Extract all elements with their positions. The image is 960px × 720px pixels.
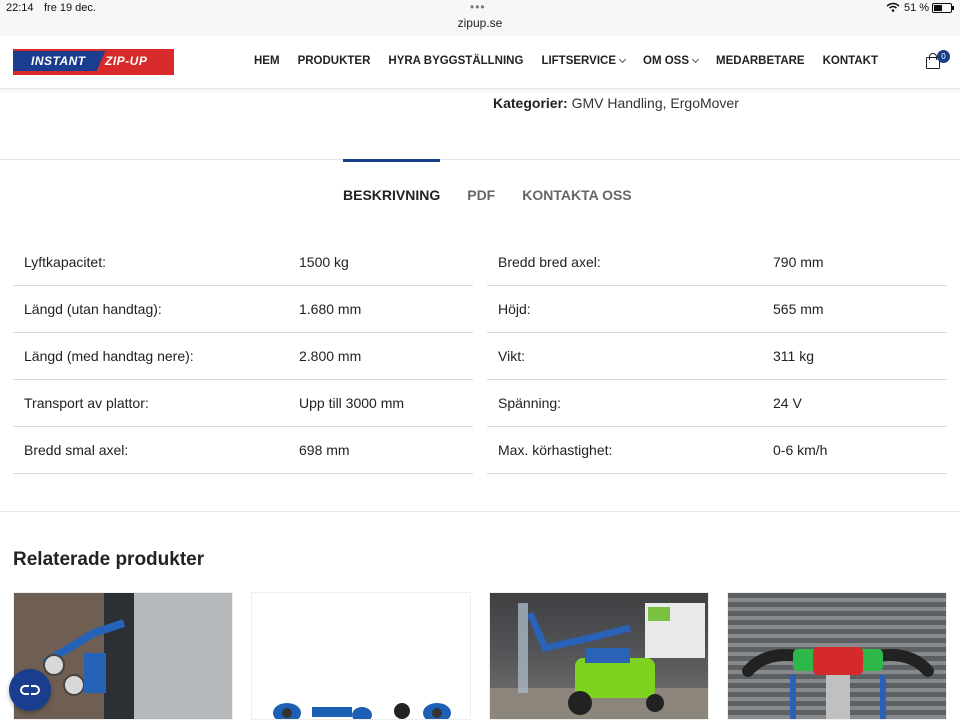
related-product-card[interactable] [489,592,709,720]
table-row: Längd (utan handtag): 1.680 mm [13,286,473,333]
spec-key: Spänning: [498,395,562,411]
nav-item-om-oss[interactable]: OM OSS [643,55,700,67]
table-row: Lyftkapacitet: 1500 kg [13,239,473,286]
nav-item-medarbetare[interactable]: MEDARBETARE [716,55,805,67]
spec-key: Längd (med handtag nere): [24,348,194,364]
nav-item-kontakt[interactable]: KONTAKT [823,55,878,67]
product-categories: Kategorier: GMV Handling, ErgoMover [493,95,739,111]
table-row: Bredd smal axel: 698 mm [13,427,473,474]
chevron-down-icon [618,55,627,64]
related-product-card[interactable] [727,592,947,720]
nav-item-hyra-byggstallning[interactable]: HYRA BYGGSTÄLLNING [388,55,523,67]
table-row: Spänning: 24 V [487,380,947,427]
cart-count-badge: 0 [937,50,950,63]
battery-percent: 51 % [904,2,930,14]
tab-pdf[interactable]: PDF [467,159,495,203]
spec-key: Transport av plattor: [24,395,149,411]
logo-text-zipup: ZIP-UP [105,54,148,68]
product-tabs: BESKRIVNING PDF KONTAKTA OSS [343,159,659,203]
related-products-title: Relaterade produkter [13,549,205,570]
chat-button[interactable] [9,669,51,711]
spec-key: Höjd: [498,301,531,317]
tab-beskrivning[interactable]: BESKRIVNING [343,159,441,203]
chevron-down-icon [691,55,700,64]
spec-table-left: Lyftkapacitet: 1500 kg Längd (utan handta… [13,239,473,474]
more-dots-icon[interactable]: ••• [470,0,486,14]
categories-label: Kategorier: [493,95,568,111]
nav-item-liftservice[interactable]: LIFTSERVICE [541,55,627,67]
spec-table-right: Bredd bred axel: 790 mm Höjd: 565 mm Vikt:… [487,239,947,474]
spec-value: 1.680 mm [299,301,362,317]
related-product-card[interactable] [251,592,471,720]
spec-key: Bredd smal axel: [24,442,129,458]
logo-text-instant: INSTANT [31,54,86,68]
main-nav: HEM PRODUKTER HYRA BYGGSTÄLLNING LIFTSER… [254,55,896,67]
instant-zip-up-logo[interactable]: INSTANT ZIP-UP [13,49,174,75]
product-image [742,647,934,719]
spec-value: 698 mm [299,442,350,458]
wifi-icon [886,2,900,12]
spec-value: 1500 kg [299,254,349,270]
spec-value: Upp till 3000 mm [299,395,405,411]
spec-value: 0-6 km/h [773,442,828,458]
table-row: Längd (med handtag nere): 2.800 mm [13,333,473,380]
cart-button[interactable]: 0 [924,50,950,75]
category-link-ergomover[interactable]: ErgoMover [670,95,738,111]
divider [0,511,960,512]
table-row: Max. körhastighet: 0-6 km/h [487,427,947,474]
status-bar: 22:14 fre 19 dec. ••• zipup.se 51 % [0,0,960,36]
spec-value: 565 mm [773,301,824,317]
product-image [490,603,708,719]
nav-item-hem[interactable]: HEM [254,55,280,67]
site-header: INSTANT ZIP-UP HEM PRODUKTER HYRA BYGGST… [0,36,960,89]
spec-key: Bredd bred axel: [498,254,601,270]
category-link-gmv-handling[interactable]: GMV Handling [572,95,663,111]
spec-value: 790 mm [773,254,824,270]
battery-icon [932,3,954,13]
spec-value: 2.800 mm [299,348,362,364]
status-date: fre 19 dec. [44,2,96,14]
table-row: Transport av plattor: Upp till 3000 mm [13,380,473,427]
table-row: Bredd bred axel: 790 mm [487,239,947,286]
spec-key: Max. körhastighet: [498,442,613,458]
url-bar[interactable]: zipup.se [0,16,960,30]
spec-value: 24 V [773,395,802,411]
nav-item-produkter[interactable]: PRODUKTER [298,55,371,67]
chat-icon [20,685,40,695]
status-time: 22:14 [6,2,34,14]
spec-key: Längd (utan handtag): [24,301,162,317]
spec-key: Vikt: [498,348,525,364]
tab-kontakta-oss[interactable]: KONTAKTA OSS [522,159,631,203]
product-image [273,703,451,719]
spec-key: Lyftkapacitet: [24,254,106,270]
table-row: Vikt: 311 kg [487,333,947,380]
table-row: Höjd: 565 mm [487,286,947,333]
spec-value: 311 kg [773,348,814,364]
